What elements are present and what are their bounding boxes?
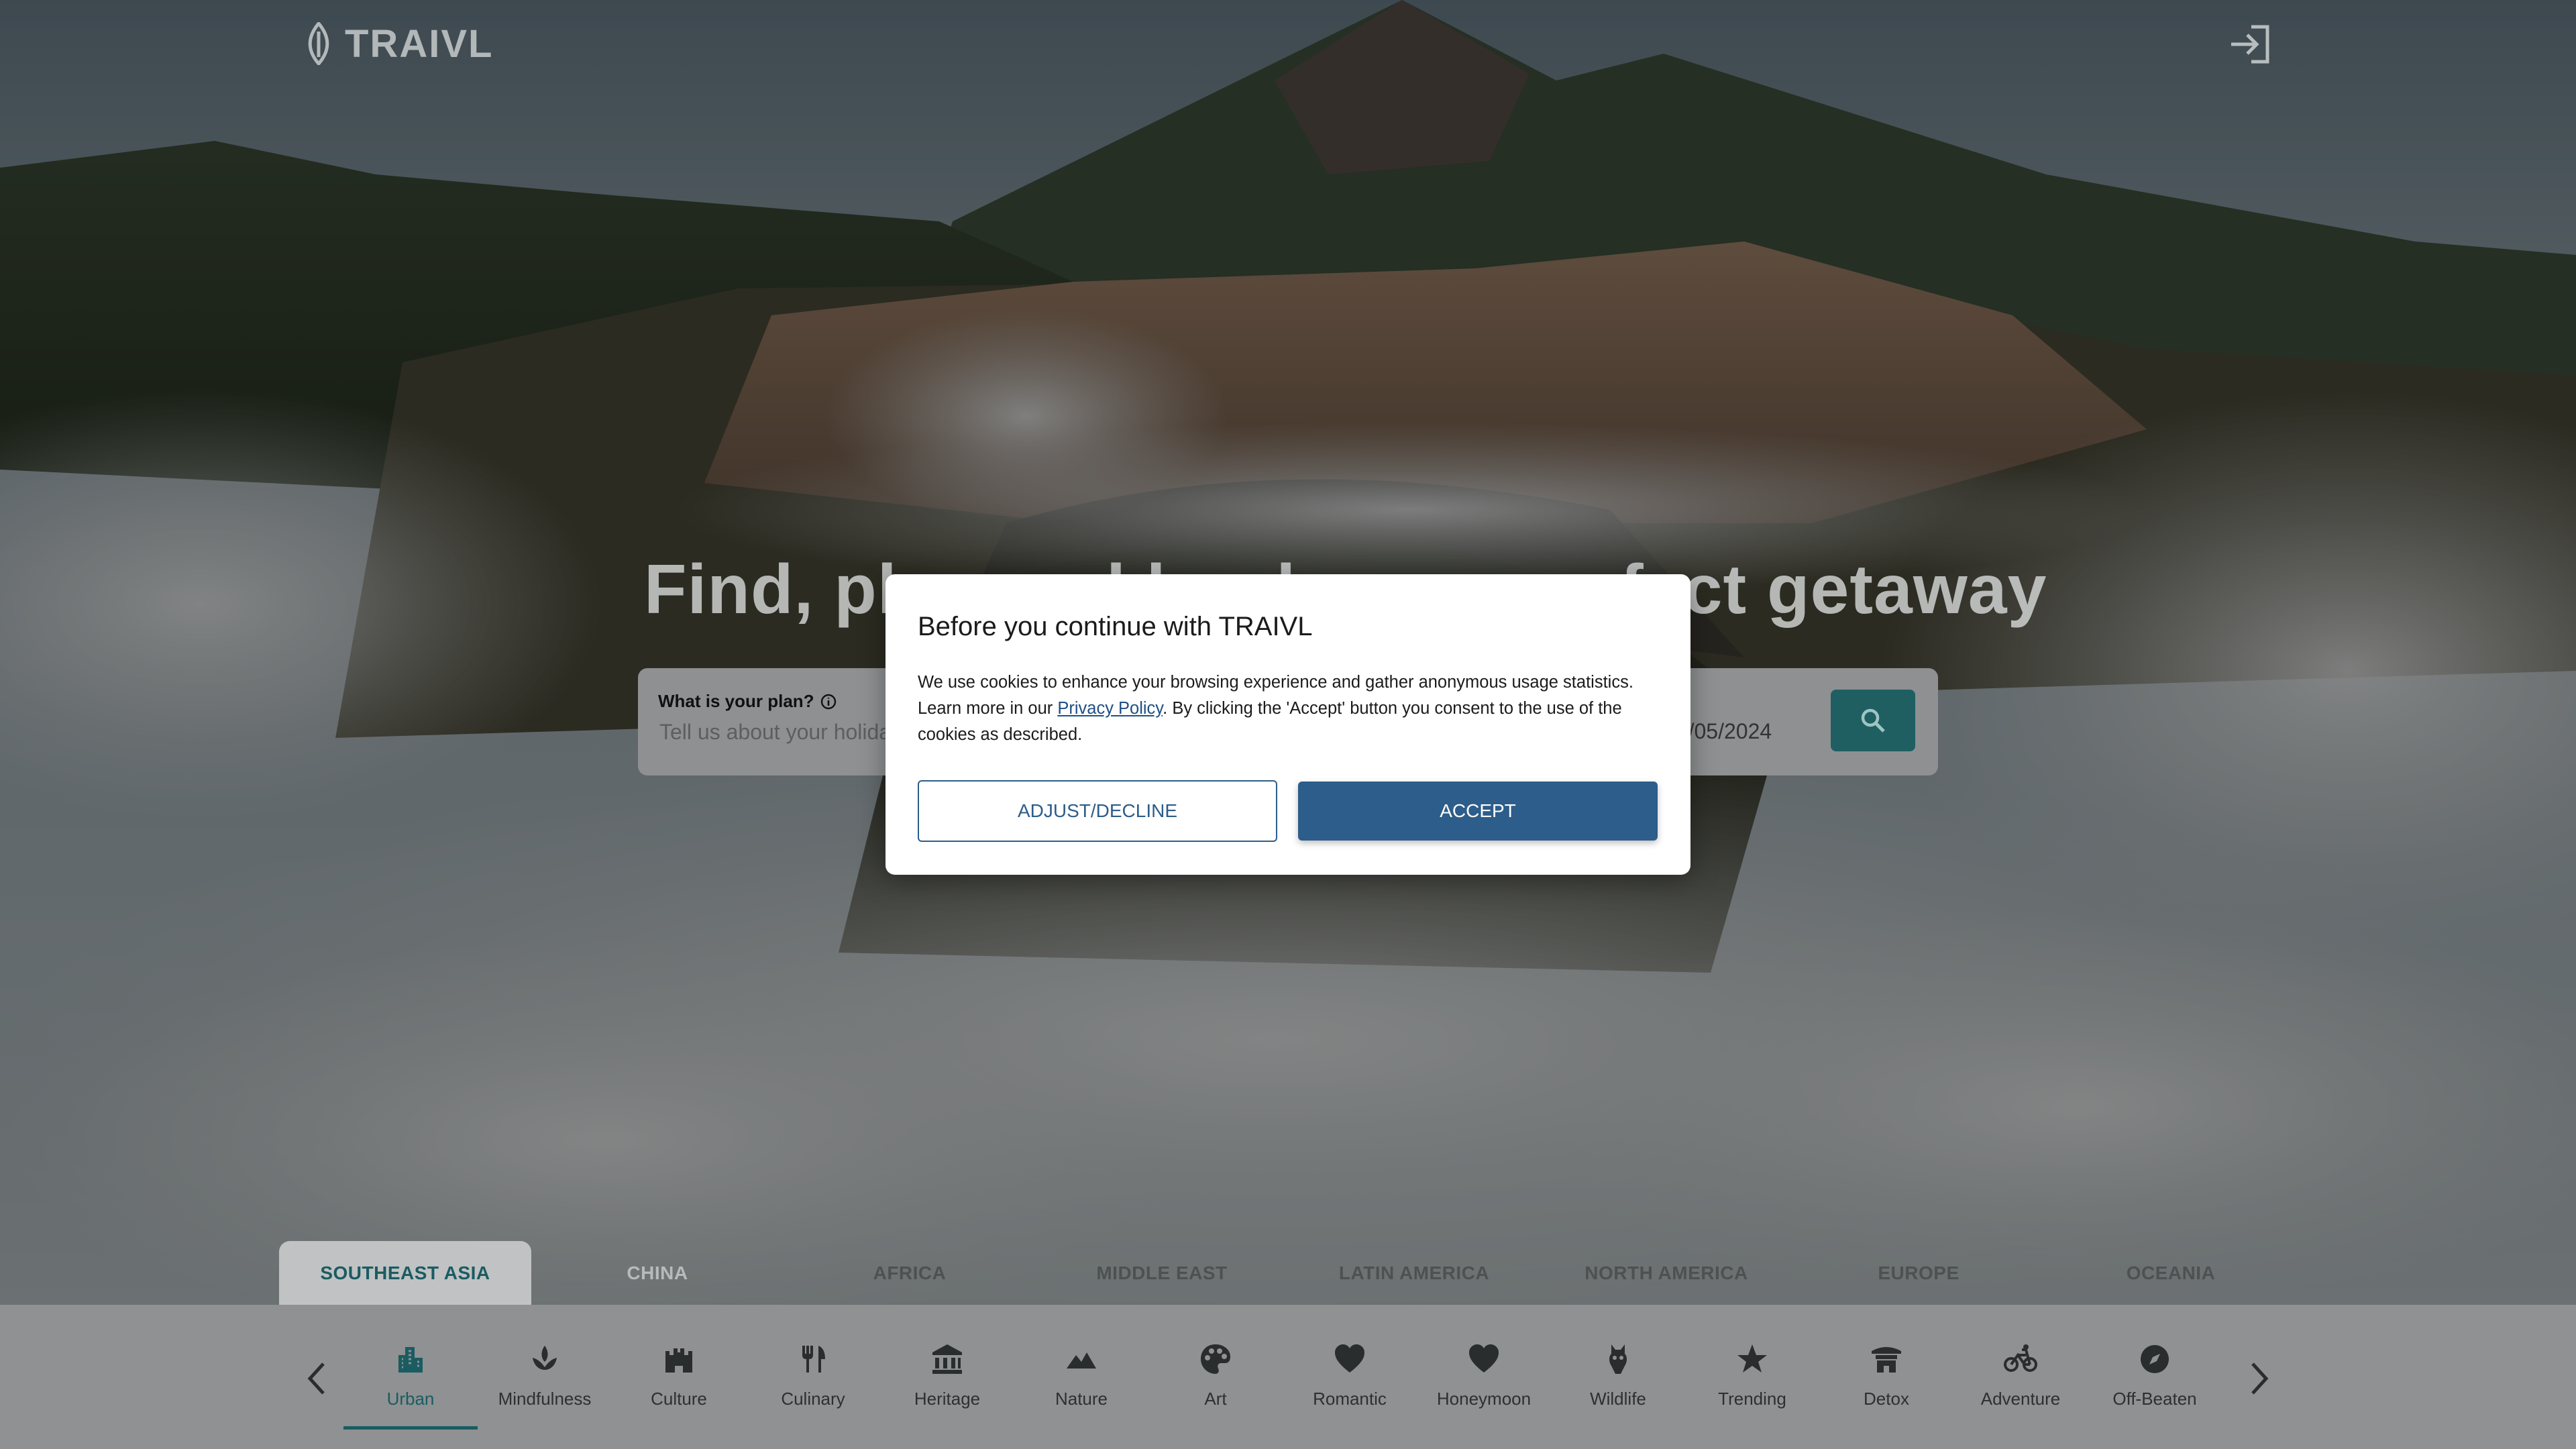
category-culture[interactable]: Culture	[612, 1305, 746, 1426]
category-label: Adventure	[1980, 1389, 2061, 1409]
chevron-left-icon[interactable]	[297, 1345, 337, 1412]
chevron-right-icon[interactable]	[2239, 1345, 2279, 1412]
category-list: Urban Mindfulness Culture Culinary Herit…	[343, 1305, 2222, 1449]
lotus-icon	[533, 1346, 557, 1370]
category-label: Off-Beaten	[2112, 1389, 2197, 1409]
category-label: Wildlife	[1590, 1389, 1646, 1409]
tab-europe[interactable]: EUROPE	[1792, 1241, 2045, 1305]
modal-title: Before you continue with TRAIVL	[918, 612, 1313, 641]
privacy-policy-link[interactable]: Privacy Policy	[1057, 699, 1163, 718]
modal-body: We use cookies to enhance your browsing …	[918, 669, 1662, 748]
category-culinary[interactable]: Culinary	[746, 1305, 880, 1426]
compass-icon	[2141, 1345, 2169, 1373]
brand-name: TRAIVL	[345, 21, 494, 66]
plan-label-row: What is your plan?	[658, 691, 837, 712]
category-urban[interactable]: Urban	[343, 1305, 478, 1430]
category-trending[interactable]: Trending	[1685, 1305, 1819, 1426]
category-off-beaten[interactable]: Off-Beaten	[2088, 1305, 2222, 1426]
category-heritage[interactable]: Heritage	[880, 1305, 1014, 1426]
castle-icon	[665, 1348, 692, 1373]
category-label: Romantic	[1313, 1389, 1387, 1409]
category-detox[interactable]: Detox	[1819, 1305, 1953, 1426]
heart-icon	[1469, 1344, 1499, 1373]
category-label: Trending	[1718, 1389, 1786, 1409]
tab-china[interactable]: CHINA	[531, 1241, 784, 1305]
category-label: Heritage	[914, 1389, 981, 1409]
search-button[interactable]	[1831, 690, 1915, 751]
tab-oceania[interactable]: OCEANIA	[2045, 1241, 2297, 1305]
category-honeymoon[interactable]: Honeymoon	[1417, 1305, 1551, 1426]
info-icon[interactable]	[820, 693, 837, 710]
category-label: Culture	[651, 1389, 707, 1409]
animal-icon	[1609, 1344, 1627, 1374]
category-wildlife[interactable]: Wildlife	[1551, 1305, 1685, 1426]
logo-mark-icon	[308, 22, 329, 65]
adjust-decline-button[interactable]: ADJUST/DECLINE	[918, 780, 1277, 842]
cookie-consent-modal: Before you continue with TRAIVL We use c…	[885, 574, 1690, 875]
category-label: Culinary	[781, 1389, 845, 1409]
museum-icon	[932, 1344, 962, 1374]
category-adventure[interactable]: Adventure	[1953, 1305, 2088, 1426]
palette-icon	[1201, 1344, 1230, 1374]
star-icon	[1737, 1344, 1767, 1373]
category-nature[interactable]: Nature	[1014, 1305, 1148, 1426]
city-icon	[398, 1347, 423, 1373]
category-romantic[interactable]: Romantic	[1283, 1305, 1417, 1426]
brand-logo[interactable]: TRAIVL	[299, 20, 493, 67]
category-label: Detox	[1864, 1389, 1909, 1409]
region-tabs: SOUTHEAST ASIA CHINA AFRICA MIDDLE EAST …	[279, 1241, 2297, 1305]
bicycle-icon	[2004, 1344, 2037, 1372]
utensils-icon	[802, 1346, 825, 1373]
tab-southeast-asia[interactable]: SOUTHEAST ASIA	[279, 1241, 531, 1305]
category-bar: Urban Mindfulness Culture Culinary Herit…	[0, 1305, 2576, 1449]
tab-middle-east[interactable]: MIDDLE EAST	[1036, 1241, 1288, 1305]
category-label: Urban	[386, 1389, 435, 1409]
category-label: Mindfulness	[498, 1389, 592, 1409]
accept-button[interactable]: ACCEPT	[1298, 782, 1658, 841]
category-label: Honeymoon	[1436, 1389, 1532, 1409]
temple-icon	[1872, 1347, 1901, 1373]
plan-label: What is your plan?	[658, 691, 814, 711]
tab-latin-america[interactable]: LATIN AMERICA	[1288, 1241, 1540, 1305]
mountain-icon	[1067, 1352, 1096, 1368]
category-mindfulness[interactable]: Mindfulness	[478, 1305, 612, 1426]
tab-north-america[interactable]: NORTH AMERICA	[1540, 1241, 1792, 1305]
heart-icon	[1335, 1344, 1364, 1373]
tab-africa[interactable]: AFRICA	[784, 1241, 1036, 1305]
category-art[interactable]: Art	[1148, 1305, 1283, 1426]
category-label: Art	[1204, 1389, 1227, 1409]
search-icon	[1861, 708, 1885, 733]
login-icon[interactable]	[2226, 20, 2274, 68]
category-label: Nature	[1055, 1389, 1108, 1409]
